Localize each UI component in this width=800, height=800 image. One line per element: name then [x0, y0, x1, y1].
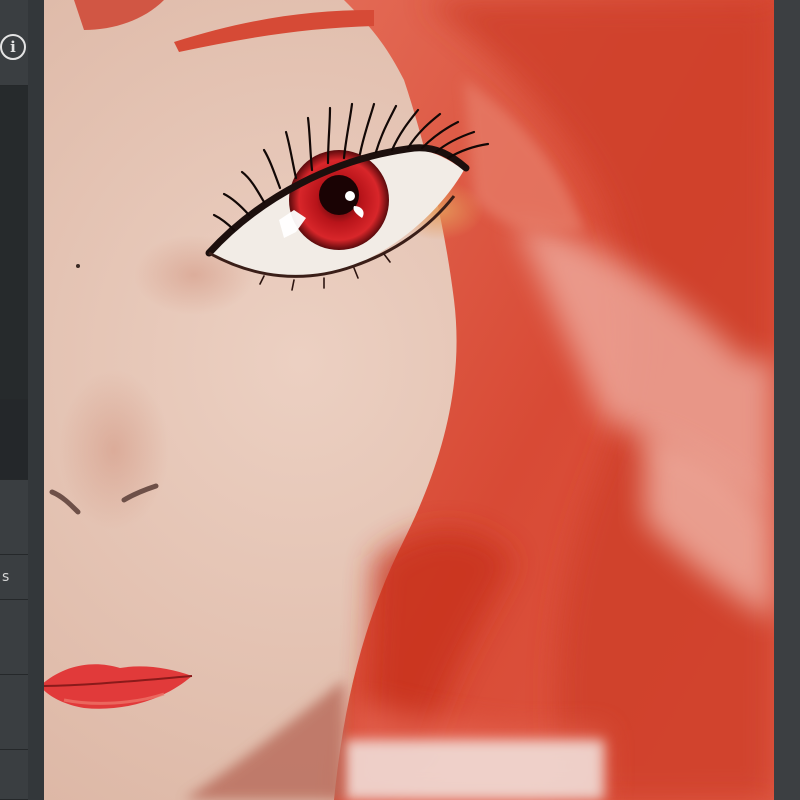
sidebar-tool-4[interactable] — [0, 600, 28, 675]
info-icon: i — [0, 34, 26, 60]
sidebar-tool-3[interactable]: s — [0, 555, 28, 600]
drawing-canvas[interactable] — [44, 0, 774, 800]
tool-sidebar: i s — [0, 0, 46, 800]
sidebar-tool-2[interactable] — [0, 480, 28, 555]
sidebar-info-button[interactable]: i — [0, 0, 28, 86]
sidebar-tool-5[interactable] — [0, 675, 28, 750]
screen-bezel-right — [774, 0, 800, 800]
sidebar-tool-1[interactable] — [0, 400, 28, 480]
sidebar-panel — [0, 86, 28, 400]
sidebar-tool-6[interactable] — [0, 750, 28, 800]
tablet-screen: i s — [0, 0, 800, 800]
sidebar-tool-label: s — [2, 569, 10, 585]
painting — [44, 0, 774, 800]
beauty-mark — [76, 264, 80, 268]
nose-shading — [59, 370, 169, 530]
